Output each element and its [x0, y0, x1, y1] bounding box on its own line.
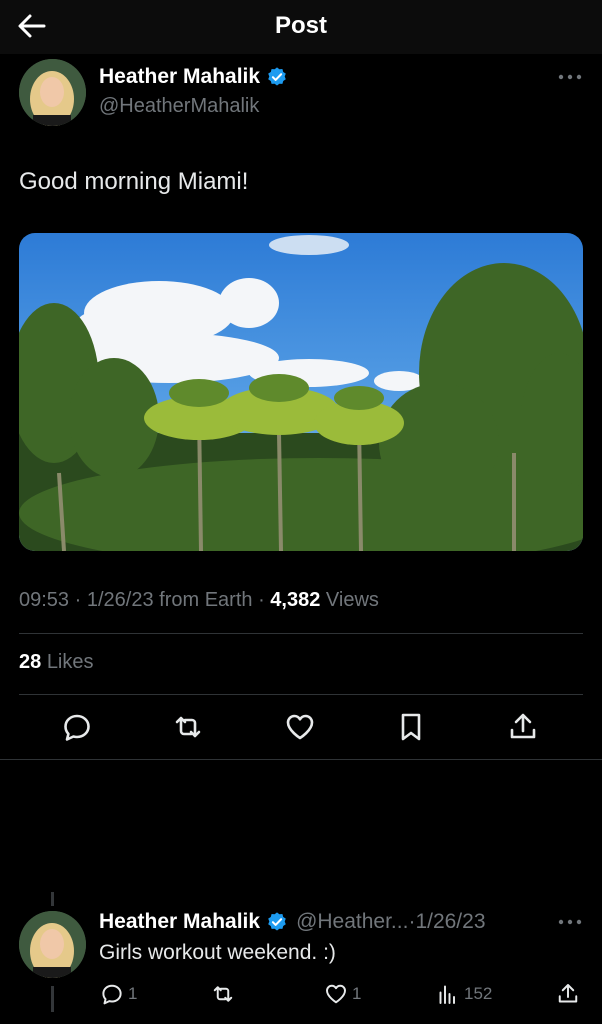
bookmark-icon	[401, 713, 421, 741]
tweet-time: 09:53	[19, 589, 70, 611]
reply-like-count: 1	[352, 984, 362, 1003]
reply-icon	[64, 714, 90, 741]
verified-badge-icon	[268, 912, 286, 931]
reply-author-row: Heather Mahalik @Heather... · 1/26/23	[99, 910, 486, 934]
more-dots-icon[interactable]	[557, 72, 583, 82]
likes-label: Likes	[46, 651, 94, 673]
more-dots-icon[interactable]	[557, 917, 583, 927]
author-handle[interactable]: @HeatherMahalik	[99, 95, 259, 118]
divider	[0, 759, 602, 760]
tweet-meta: 09:53 · 1/26/23 from Earth · 4,382 Views	[19, 589, 379, 611]
page-title: Post	[274, 12, 327, 39]
views-count: 4,382	[270, 589, 321, 611]
reply-retweet-button[interactable]	[211, 982, 235, 1006]
tweet-image[interactable]	[19, 233, 583, 551]
reply-count: 1	[128, 984, 138, 1003]
share-button[interactable]	[507, 711, 539, 743]
reply-share-button[interactable]	[556, 982, 580, 1006]
bookmark-button[interactable]	[395, 711, 427, 743]
retweet-button[interactable]	[172, 711, 204, 743]
reply-action-bar: 1 1 152	[0, 980, 602, 1008]
reply-like-button[interactable]: 1	[324, 982, 361, 1006]
reply-date[interactable]: 1/26/23	[415, 910, 485, 934]
top-bar: Post	[0, 0, 602, 54]
reply-author-name[interactable]: Heather Mahalik	[99, 910, 260, 934]
author-row: Heather Mahalik	[99, 65, 288, 89]
verified-badge-icon	[268, 67, 286, 86]
reply-reply-button[interactable]: 1	[100, 982, 137, 1006]
reply-text: Girls workout weekend. :)	[99, 941, 336, 964]
divider	[19, 633, 583, 634]
thread-line	[51, 892, 54, 906]
analytics-icon	[439, 985, 455, 1004]
tweet-date: 1/26/23	[86, 589, 154, 611]
retweet-icon	[175, 716, 201, 738]
like-button[interactable]	[284, 711, 316, 743]
share-icon	[558, 984, 578, 1003]
tweet-source: from Earth	[159, 589, 253, 611]
tweet-text: Good morning Miami!	[19, 168, 249, 195]
retweet-icon	[213, 986, 233, 1002]
reply-avatar[interactable]	[19, 911, 86, 978]
reply-icon	[102, 984, 122, 1005]
avatar[interactable]	[19, 59, 86, 126]
likes-count: 28	[19, 651, 42, 673]
divider	[19, 694, 583, 695]
heart-icon	[286, 714, 314, 740]
author-name[interactable]: Heather Mahalik	[99, 65, 260, 89]
reply-views-button[interactable]: 152	[436, 982, 492, 1006]
reply-views-count: 152	[464, 984, 493, 1003]
reply-button[interactable]	[61, 711, 93, 743]
reply-author-handle[interactable]: @Heather...	[296, 910, 408, 934]
views-label: Views	[325, 589, 379, 611]
share-icon	[510, 713, 536, 739]
likes-stat[interactable]: 28 Likes	[19, 651, 94, 674]
heart-icon	[326, 984, 346, 1004]
